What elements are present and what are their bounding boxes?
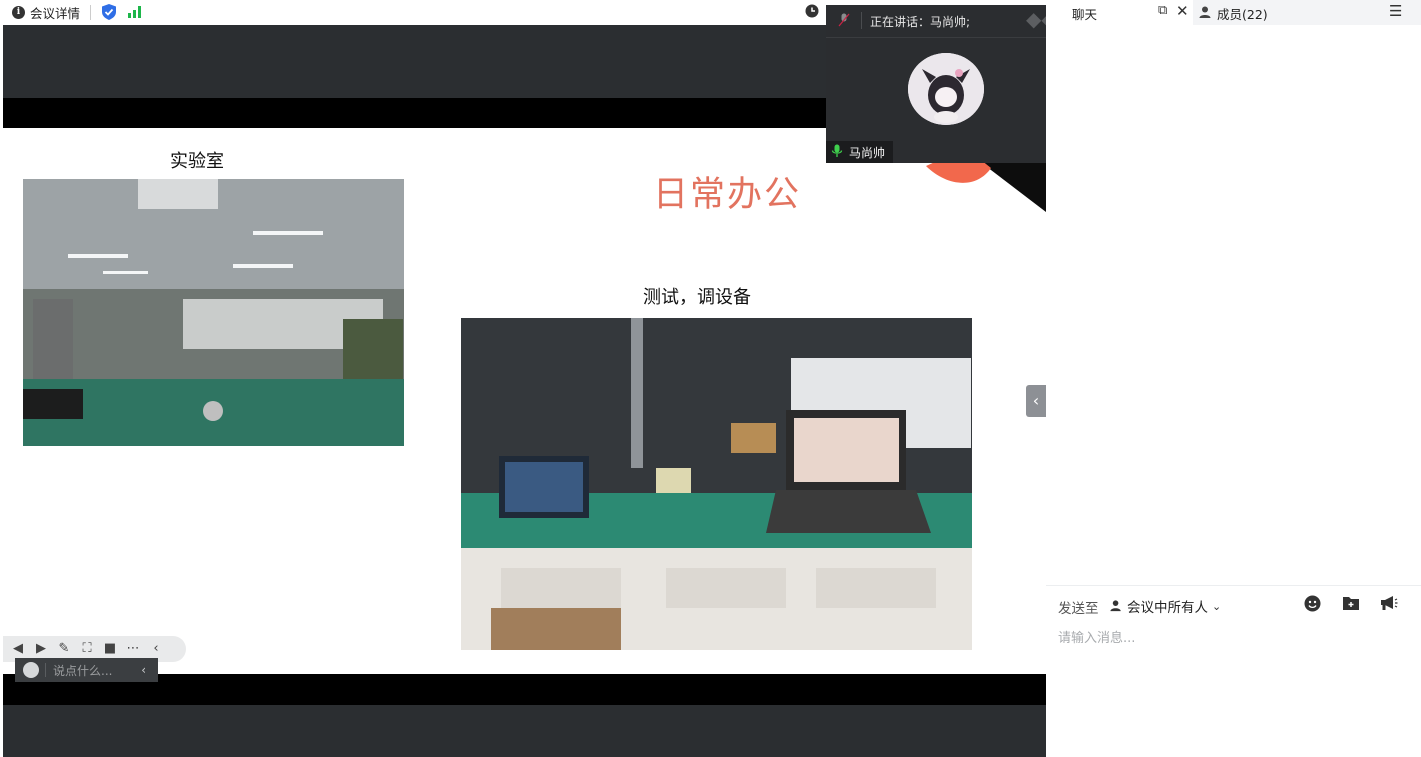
speaker-name: 马尚帅 bbox=[849, 145, 886, 160]
message-input[interactable]: 请输入消息... bbox=[1058, 627, 1135, 646]
send-to-target: 会议中所有人 bbox=[1127, 600, 1208, 616]
collapse-toolbar-icon[interactable]: ‹ bbox=[149, 642, 163, 656]
folder-icon[interactable] bbox=[1342, 595, 1360, 615]
divider bbox=[861, 12, 862, 29]
shield-icon[interactable] bbox=[102, 4, 116, 23]
presentation-slide: 实验室 日常办公 测试，调设备 bbox=[3, 128, 1046, 674]
mic-off-icon bbox=[838, 13, 850, 30]
more-icon[interactable]: ⋯ bbox=[126, 642, 140, 656]
announce-icon[interactable] bbox=[1380, 595, 1398, 615]
speaker-name-tag: 马尚帅 bbox=[826, 141, 894, 163]
chevron-left-icon[interactable]: ‹ bbox=[141, 663, 146, 677]
prev-icon[interactable]: ◀ bbox=[11, 642, 25, 656]
camera-icon[interactable]: ■ bbox=[103, 642, 117, 656]
tab-chat-label: 聊天 bbox=[1072, 7, 1098, 22]
meeting-details-label: 会议详情 bbox=[30, 6, 81, 21]
screenshot-icon[interactable]: ⛶ bbox=[80, 642, 94, 656]
danmaku-bar[interactable]: 说点什么... ‹ bbox=[15, 658, 158, 682]
member-icon bbox=[1199, 4, 1213, 23]
info-icon: i bbox=[12, 6, 25, 19]
speaker-panel: 正在讲话：马尚帅; ◆◆ 马尚帅 ◢ bbox=[826, 5, 1066, 163]
clock-icon[interactable] bbox=[805, 4, 819, 21]
tab-chat[interactable]: 聊天 ⧉ ✕ bbox=[1046, 0, 1193, 25]
say-something-input[interactable]: 说点什么... bbox=[53, 662, 112, 679]
tab-members-label: 成员(22) bbox=[1217, 7, 1268, 22]
pen-icon[interactable]: ✎ bbox=[57, 642, 71, 656]
send-to-label: 发送至 bbox=[1058, 601, 1099, 617]
speaking-now-label: 正在讲话：马尚帅; bbox=[870, 15, 971, 29]
letterbox-bottom bbox=[3, 674, 1046, 705]
member-icon bbox=[1110, 597, 1123, 616]
mic-icon bbox=[830, 144, 844, 161]
slide-heading-lab: 实验室 bbox=[170, 151, 224, 172]
collapse-panel-handle[interactable]: ‹ bbox=[1026, 385, 1046, 417]
divider bbox=[1046, 585, 1421, 586]
divider bbox=[45, 663, 46, 677]
send-to-selector[interactable]: 会议中所有人 ⌄ bbox=[1110, 596, 1221, 616]
next-icon[interactable]: ▶ bbox=[34, 642, 48, 656]
right-panel: 聊天 ⧉ ✕ 成员(22) ☰ 发送至 会议中所有人 ⌄ 请输入消息... bbox=[1046, 0, 1421, 757]
emoji-icon[interactable] bbox=[23, 662, 39, 678]
chevron-down-icon: ⌄ bbox=[1212, 599, 1222, 613]
emoji-icon[interactable] bbox=[1304, 595, 1321, 616]
speaker-header: 正在讲话：马尚帅; ◆◆ bbox=[826, 5, 1066, 38]
tab-members[interactable]: 成员(22) ☰ bbox=[1193, 0, 1421, 25]
slide-heading-test: 测试，调设备 bbox=[643, 287, 751, 308]
avatar bbox=[908, 53, 984, 125]
popout-icon[interactable]: ⧉ bbox=[1158, 3, 1167, 18]
slide-title: 日常办公 bbox=[653, 175, 802, 215]
close-icon[interactable]: ✕ bbox=[1176, 2, 1189, 20]
testing-photo bbox=[461, 318, 972, 650]
menu-icon[interactable]: ☰ bbox=[1389, 2, 1402, 20]
divider bbox=[90, 5, 91, 20]
lab-photo bbox=[23, 179, 404, 446]
signal-icon[interactable] bbox=[128, 5, 143, 21]
meeting-details-button[interactable]: i 会议详情 bbox=[12, 3, 80, 22]
